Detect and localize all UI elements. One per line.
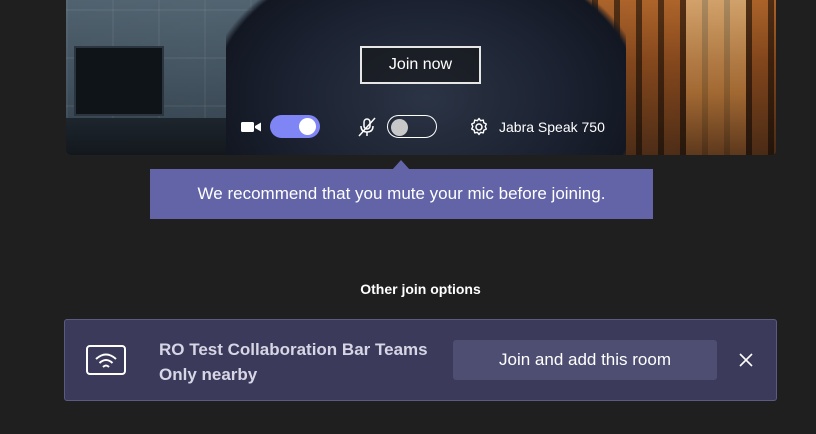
nearby-room-card: RO Test Collaboration Bar Teams Only nea…	[64, 319, 777, 401]
room-name: RO Test Collaboration Bar Teams	[159, 340, 428, 359]
room-subtitle: Only nearby	[159, 365, 258, 384]
camera-preview: Join now Jabra Speak 750	[66, 0, 776, 155]
join-and-add-room-button[interactable]: Join and add this room	[453, 340, 717, 380]
mic-toggle-knob	[391, 119, 408, 136]
other-join-options-heading: Other join options	[360, 281, 481, 297]
wifi-room-icon	[86, 345, 126, 375]
mic-off-icon[interactable]	[357, 117, 377, 137]
device-controls: Jabra Speak 750	[66, 113, 776, 141]
tooltip-text: We recommend that you mute your mic befo…	[197, 184, 606, 203]
audio-device-label[interactable]: Jabra Speak 750	[499, 119, 605, 135]
gear-icon[interactable]	[469, 117, 489, 137]
camera-toggle[interactable]	[270, 115, 320, 138]
video-camera-icon[interactable]	[240, 120, 262, 134]
mic-toggle[interactable]	[387, 115, 437, 138]
mute-recommendation-tooltip: We recommend that you mute your mic befo…	[150, 169, 653, 219]
background-monitor	[74, 46, 164, 116]
join-now-button[interactable]: Join now	[360, 46, 481, 84]
close-icon[interactable]	[737, 351, 755, 369]
camera-toggle-knob	[299, 118, 316, 135]
